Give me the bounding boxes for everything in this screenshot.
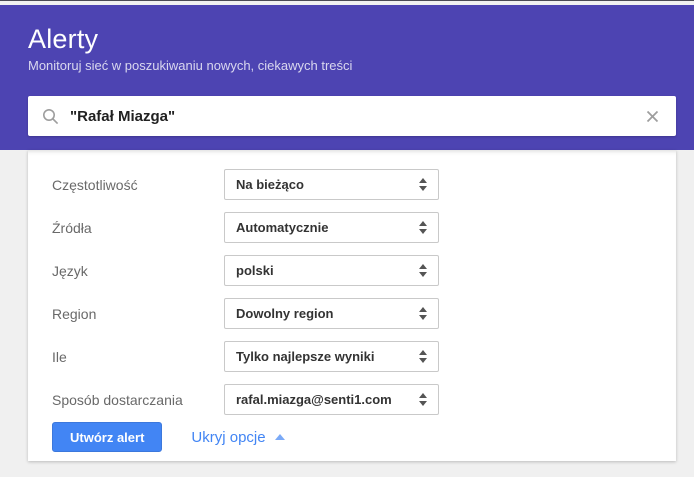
page: Alerty Monitoruj sieć w poszukiwaniu now…: [0, 0, 694, 477]
select-value: Dowolny region: [236, 306, 334, 321]
close-icon: [645, 109, 660, 124]
option-row-sources: Źródła Automatycznie: [28, 206, 676, 249]
select-frequency[interactable]: Na bieżąco: [224, 169, 439, 200]
select-value: Tylko najlepsze wyniki: [236, 349, 374, 364]
spinner-arrows-icon: [419, 264, 427, 277]
select-delivery[interactable]: rafal.miazga@senti1.com: [224, 384, 439, 415]
option-row-delivery: Sposób dostarczania rafal.miazga@senti1.…: [28, 378, 676, 421]
alert-options-rows: Częstotliwość Na bieżąco Źródła Automaty…: [28, 150, 676, 421]
option-label: Źródła: [52, 220, 224, 236]
select-value: Automatycznie: [236, 220, 328, 235]
spinner-arrows-icon: [419, 307, 427, 320]
spinner-arrows-icon: [419, 178, 427, 191]
option-row-region: Region Dowolny region: [28, 292, 676, 335]
select-value: rafal.miazga@senti1.com: [236, 392, 392, 407]
option-row-how-many: Ile Tylko najlepsze wyniki: [28, 335, 676, 378]
create-alert-button[interactable]: Utwórz alert: [52, 422, 162, 452]
spinner-arrows-icon: [419, 350, 427, 363]
option-row-language: Język polski: [28, 249, 676, 292]
select-language[interactable]: polski: [224, 255, 439, 286]
select-region[interactable]: Dowolny region: [224, 298, 439, 329]
select-sources[interactable]: Automatycznie: [224, 212, 439, 243]
search-bar[interactable]: [28, 96, 676, 136]
option-label: Sposób dostarczania: [52, 392, 224, 408]
select-value: Na bieżąco: [236, 177, 304, 192]
select-how-many[interactable]: Tylko najlepsze wyniki: [224, 341, 439, 372]
search-icon: [42, 108, 59, 125]
option-row-frequency: Częstotliwość Na bieżąco: [28, 163, 676, 206]
page-title: Alerty: [28, 24, 98, 55]
spinner-arrows-icon: [419, 221, 427, 234]
select-value: polski: [236, 263, 274, 278]
clear-search-button[interactable]: [642, 106, 662, 126]
hide-options-link[interactable]: Ukryj opcje: [191, 429, 284, 446]
search-input[interactable]: [70, 108, 642, 125]
hide-options-label: Ukryj opcje: [191, 429, 265, 446]
option-label: Region: [52, 306, 224, 322]
page-subtitle: Monitoruj sieć w poszukiwaniu nowych, ci…: [28, 58, 352, 73]
spinner-arrows-icon: [419, 393, 427, 406]
actions-row: Utwórz alert Ukryj opcje: [52, 422, 285, 452]
option-label: Częstotliwość: [52, 177, 224, 193]
option-label: Język: [52, 263, 224, 279]
option-label: Ile: [52, 349, 224, 365]
alert-options-card: Częstotliwość Na bieżąco Źródła Automaty…: [28, 150, 676, 461]
chevron-up-icon: [275, 434, 285, 440]
